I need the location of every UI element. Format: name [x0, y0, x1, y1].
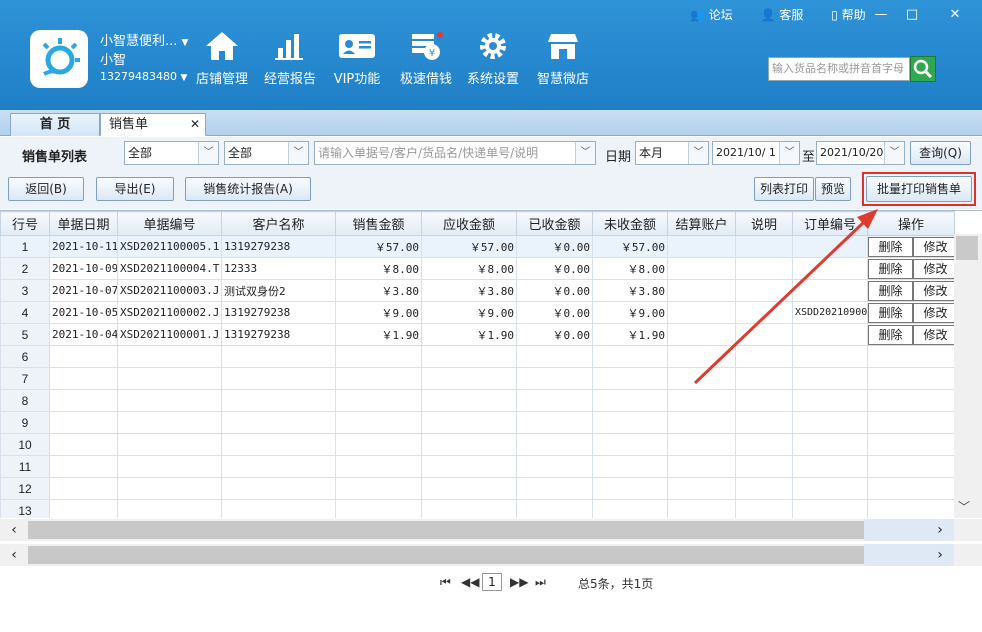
annotation-arrow: [693, 209, 878, 385]
app-window: 小智慧便利... ▼ 小智 13279483480 ▼ 店铺管理 经营报告 VI…: [0, 0, 982, 632]
